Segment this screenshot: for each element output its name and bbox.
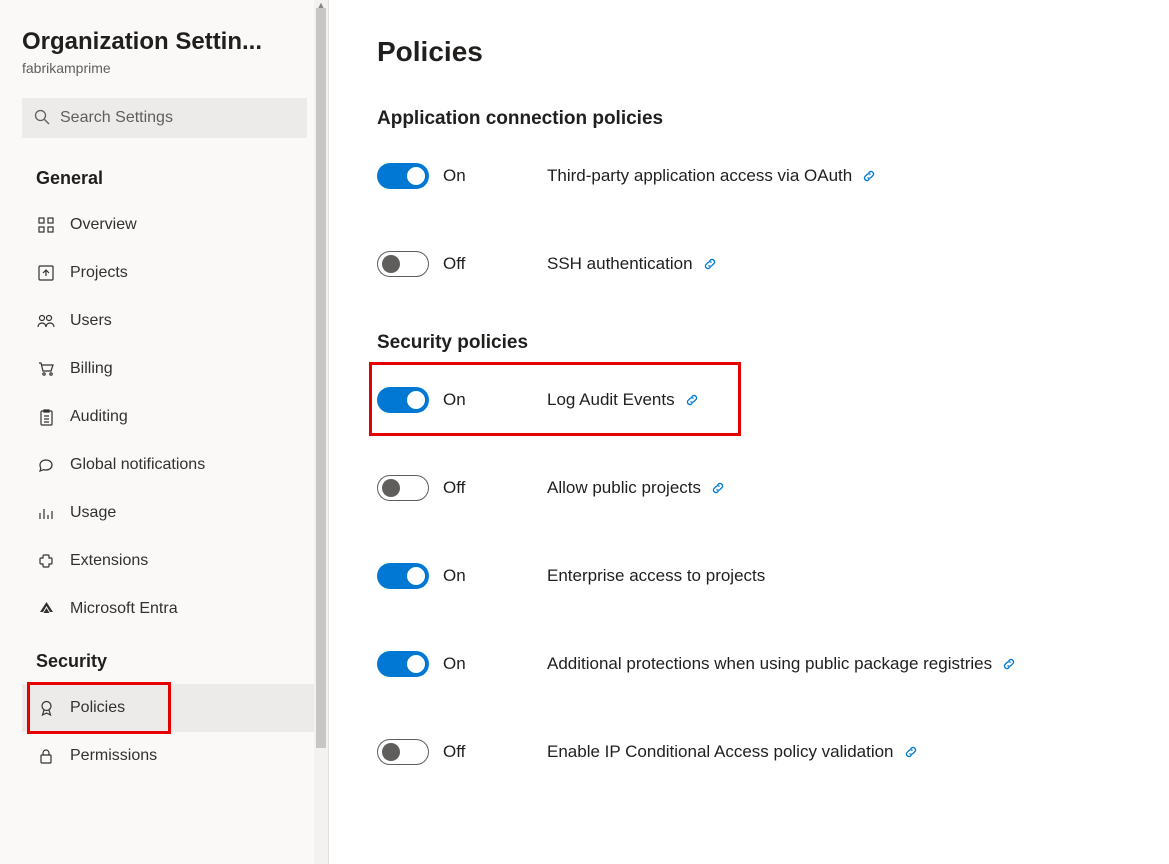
sidebar-item-label: Microsoft Entra xyxy=(70,600,178,618)
policy-row-ssh: Off SSH authentication xyxy=(377,244,1139,284)
sidebar-title: Organization Settin... xyxy=(22,28,314,56)
search-input[interactable] xyxy=(60,109,295,127)
lock-icon xyxy=(36,746,56,766)
link-icon[interactable] xyxy=(904,745,918,759)
policy-label: Allow public projects xyxy=(547,478,701,498)
sidebar-item-projects[interactable]: Projects xyxy=(22,249,314,297)
page-title: Policies xyxy=(377,36,1139,68)
sidebar-item-label: Projects xyxy=(70,264,128,282)
sidebar-item-extensions[interactable]: Extensions xyxy=(22,537,314,585)
toggle-ssh[interactable] xyxy=(377,251,429,277)
link-icon[interactable] xyxy=(862,169,876,183)
users-icon xyxy=(36,311,56,331)
sidebar-item-billing[interactable]: Billing xyxy=(22,345,314,393)
chat-icon xyxy=(36,455,56,475)
toggle-state-label: Off xyxy=(443,742,465,762)
toggle-state-label: On xyxy=(443,566,466,586)
sidebar-item-label: Usage xyxy=(70,504,116,522)
upload-icon xyxy=(36,263,56,283)
policy-label: Additional protections when using public… xyxy=(547,654,992,674)
sidebar-item-auditing[interactable]: Auditing xyxy=(22,393,314,441)
sidebar-item-label: Global notifications xyxy=(70,456,205,474)
toggle-state-label: Off xyxy=(443,254,465,274)
toggle-state-label: On xyxy=(443,654,466,674)
policy-row-package-registries: On Additional protections when using pub… xyxy=(377,644,1139,684)
puzzle-icon xyxy=(36,551,56,571)
sidebar-item-label: Billing xyxy=(70,360,113,378)
link-icon[interactable] xyxy=(685,393,699,407)
policy-row-enterprise-access: On Enterprise access to projects xyxy=(377,556,1139,596)
policy-label: SSH authentication xyxy=(547,254,693,274)
sidebar-item-label: Overview xyxy=(70,216,137,234)
medal-icon xyxy=(36,698,56,718)
sidebar-item-policies[interactable]: Policies xyxy=(22,684,314,732)
sidebar: ▲ Organization Settin... fabrikamprime G… xyxy=(0,0,329,864)
link-icon[interactable] xyxy=(1002,657,1016,671)
main-content: Policies Application connection policies… xyxy=(329,0,1169,864)
policy-section-title: Application connection policies xyxy=(377,108,1139,130)
sidebar-item-label: Extensions xyxy=(70,552,148,570)
section-header-general: General xyxy=(36,168,314,189)
sidebar-item-permissions[interactable]: Permissions xyxy=(22,732,314,780)
search-box[interactable] xyxy=(22,98,307,138)
policy-label: Third-party application access via OAuth xyxy=(547,166,852,186)
policy-label: Log Audit Events xyxy=(547,390,675,410)
policy-row-audit: On Log Audit Events xyxy=(377,380,1139,420)
search-icon xyxy=(34,109,50,128)
toggle-state-label: On xyxy=(443,390,466,410)
sidebar-subtitle: fabrikamprime xyxy=(22,60,314,76)
grid-icon xyxy=(36,215,56,235)
policy-label: Enable IP Conditional Access policy vali… xyxy=(547,742,894,762)
sidebar-item-overview[interactable]: Overview xyxy=(22,201,314,249)
toggle-state-label: On xyxy=(443,166,466,186)
toggle-ip-conditional[interactable] xyxy=(377,739,429,765)
toggle-public-projects[interactable] xyxy=(377,475,429,501)
policy-label: Enterprise access to projects xyxy=(547,566,765,586)
policy-row-ip-conditional: Off Enable IP Conditional Access policy … xyxy=(377,732,1139,772)
link-icon[interactable] xyxy=(703,257,717,271)
toggle-state-label: Off xyxy=(443,478,465,498)
sidebar-item-users[interactable]: Users xyxy=(22,297,314,345)
scrollbar-thumb[interactable] xyxy=(316,8,326,748)
sidebar-item-label: Policies xyxy=(70,699,125,717)
policy-row-public-projects: Off Allow public projects xyxy=(377,468,1139,508)
section-header-security: Security xyxy=(36,651,314,672)
cart-icon xyxy=(36,359,56,379)
bar-chart-icon xyxy=(36,503,56,523)
sidebar-item-label: Auditing xyxy=(70,408,128,426)
toggle-oauth[interactable] xyxy=(377,163,429,189)
toggle-audit-events[interactable] xyxy=(377,387,429,413)
sidebar-item-microsoft-entra[interactable]: Microsoft Entra xyxy=(22,585,314,633)
scrollbar-track: ▲ xyxy=(314,0,328,864)
toggle-package-registries[interactable] xyxy=(377,651,429,677)
sidebar-item-global-notifications[interactable]: Global notifications xyxy=(22,441,314,489)
sidebar-item-usage[interactable]: Usage xyxy=(22,489,314,537)
link-icon[interactable] xyxy=(711,481,725,495)
sidebar-item-label: Users xyxy=(70,312,112,330)
entra-icon xyxy=(36,599,56,619)
toggle-enterprise-access[interactable] xyxy=(377,563,429,589)
policy-section-title: Security policies xyxy=(377,332,1139,354)
policy-row-oauth: On Third-party application access via OA… xyxy=(377,156,1139,196)
sidebar-item-label: Permissions xyxy=(70,747,157,765)
clipboard-icon xyxy=(36,407,56,427)
